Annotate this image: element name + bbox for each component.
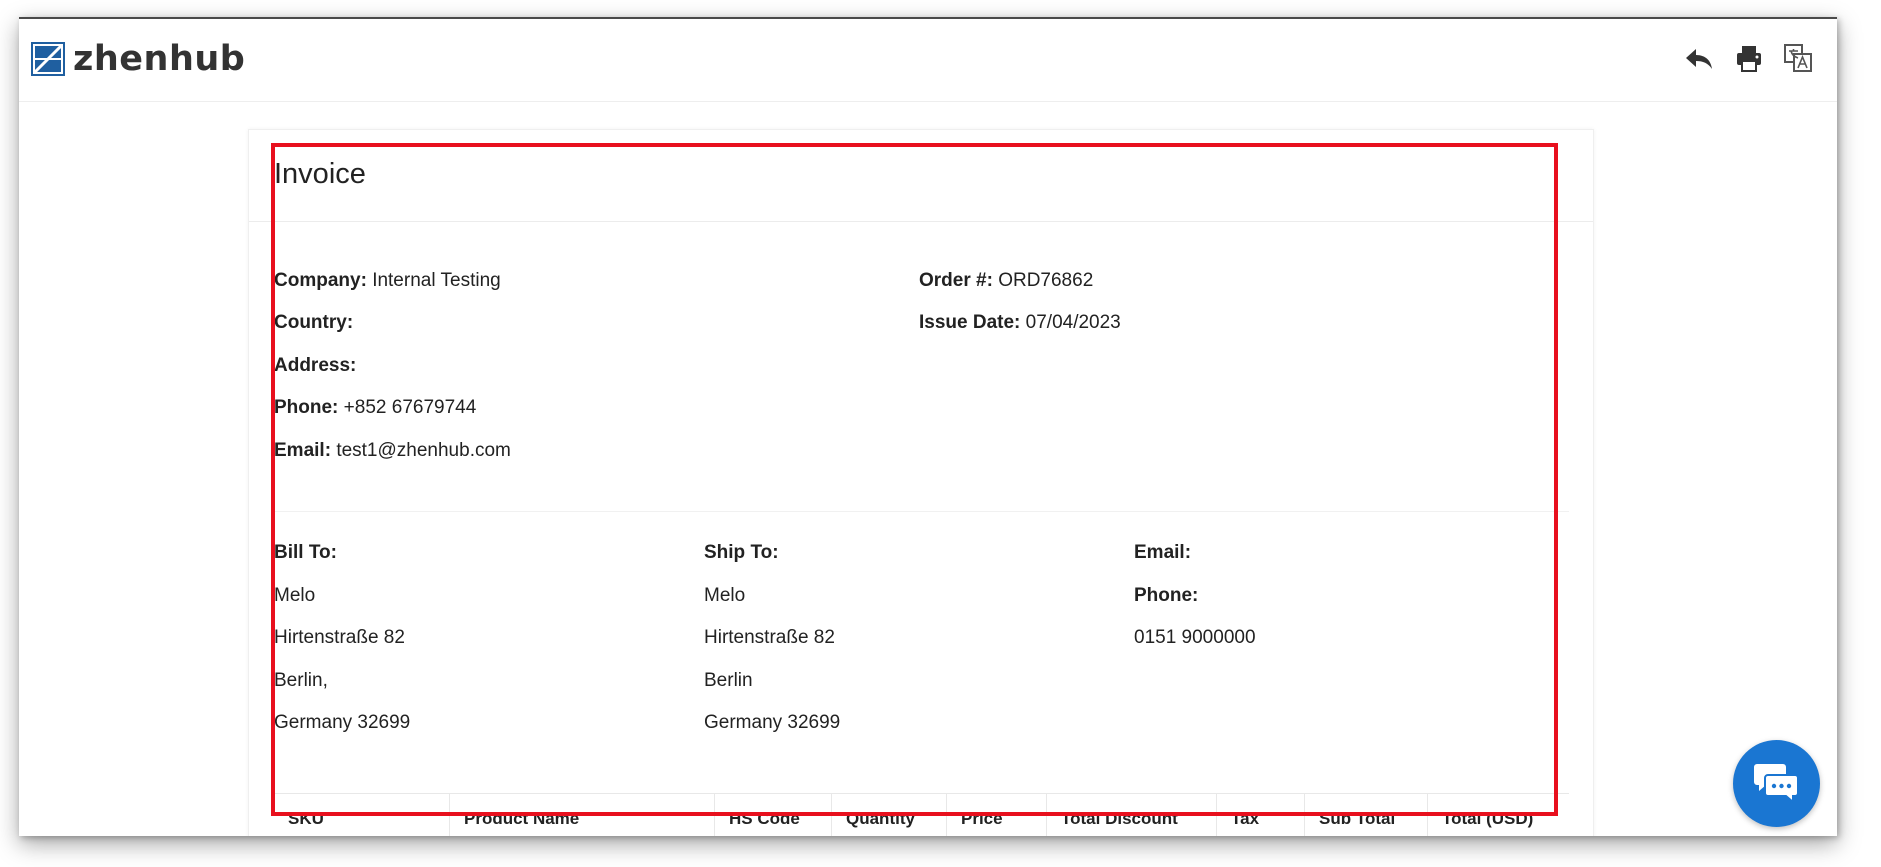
ship-to-line: Berlin — [704, 670, 753, 691]
brand-logo[interactable]: zhenhub — [31, 39, 246, 79]
reply-icon[interactable] — [1683, 42, 1715, 74]
bill-to-line: Melo — [274, 585, 316, 606]
order-number-label: Order #: — [919, 270, 993, 291]
bill-to-label: Bill To: — [274, 542, 337, 563]
email-label: Email: — [274, 440, 332, 461]
column-header-total-usd[interactable]: Total (USD) — [1427, 794, 1569, 836]
section-divider — [274, 511, 1569, 512]
chat-button[interactable] — [1733, 740, 1820, 827]
address-label: Address: — [274, 355, 357, 376]
print-icon[interactable] — [1733, 42, 1765, 74]
order-number-field: Order #: ORD76862 — [919, 270, 1093, 292]
brand-name: zhenhub — [73, 39, 246, 79]
company-value: Internal Testing — [372, 270, 501, 291]
address-field: Address: — [274, 355, 356, 377]
top-bar: zhenhub — [19, 19, 1837, 102]
translate-icon[interactable] — [1782, 42, 1814, 74]
ship-to-label: Ship To: — [704, 542, 779, 563]
column-header-price[interactable]: Price — [946, 794, 1046, 836]
zhenhub-logo-icon — [31, 42, 65, 76]
column-header-total-discount[interactable]: Total Discount — [1046, 794, 1216, 836]
column-header-quantity[interactable]: Quantity — [831, 794, 946, 836]
column-header-sku[interactable]: SKU — [274, 794, 449, 836]
contact-phone-value: 0151 9000000 — [1134, 627, 1256, 648]
column-header-tax[interactable]: Tax — [1216, 794, 1304, 836]
issue-date-field: Issue Date: 07/04/2023 — [919, 312, 1121, 334]
title-divider — [249, 221, 1593, 222]
issue-date-value: 07/04/2023 — [1025, 312, 1121, 333]
phone-field: Phone: +852 67679744 — [274, 397, 476, 419]
ship-to-line: Melo — [704, 585, 746, 606]
phone-value: +852 67679744 — [343, 397, 477, 418]
contact-email-label: Email: — [1134, 542, 1192, 563]
column-header-hs-code[interactable]: HS Code — [714, 794, 831, 836]
ship-to-line: Germany 32699 — [704, 712, 841, 733]
bill-to-line: Hirtenstraße 82 — [274, 627, 405, 648]
company-field: Company: Internal Testing — [274, 270, 501, 292]
contact-phone-label: Phone: — [1134, 585, 1199, 606]
ship-to-line: Hirtenstraße 82 — [704, 627, 835, 648]
column-header-product-name[interactable]: Product Name — [449, 794, 714, 836]
email-field: Email: test1@zhenhub.com — [274, 440, 511, 462]
issue-date-label: Issue Date: — [919, 312, 1021, 333]
country-field: Country: — [274, 312, 353, 334]
country-label: Country: — [274, 312, 354, 333]
column-header-sub-total[interactable]: Sub Total — [1304, 794, 1427, 836]
invoice-title: Invoice — [274, 158, 366, 190]
company-label: Company: — [274, 270, 367, 291]
bill-to-line: Germany 32699 — [274, 712, 411, 733]
order-number-value: ORD76862 — [998, 270, 1094, 291]
invoice-card: Invoice Company: Internal Testing Countr… — [248, 129, 1594, 836]
email-value[interactable]: test1@zhenhub.com — [336, 440, 511, 461]
chat-bubbles-icon — [1754, 764, 1799, 805]
app-window: zhenhub Invoice Company: Internal Testin… — [19, 17, 1837, 836]
phone-label: Phone: — [274, 397, 339, 418]
items-table-header: SKU Product Name HS Code Quantity Price … — [274, 793, 1569, 836]
bill-to-line: Berlin, — [274, 670, 328, 691]
